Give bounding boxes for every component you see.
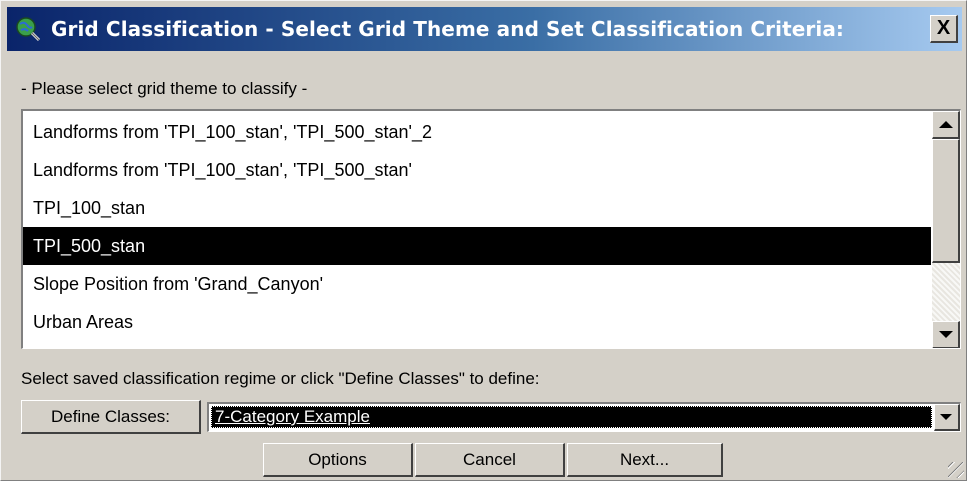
globe-magnifier-icon: [15, 16, 41, 42]
regime-instruction-label: Select saved classification regime or cl…: [21, 369, 540, 388]
title-bar[interactable]: Grid Classification - Select Grid Theme …: [7, 7, 962, 51]
cancel-button[interactable]: Cancel: [415, 443, 565, 477]
options-button[interactable]: Options: [263, 443, 413, 477]
list-item[interactable]: TPI_100_stan: [23, 189, 931, 227]
list-item[interactable]: Urban Areas: [23, 303, 931, 341]
close-icon: X: [936, 17, 951, 39]
list-item[interactable]: Landforms from 'TPI_100_stan', 'TPI_500_…: [23, 151, 931, 189]
theme-prompt-label: - Please select grid theme to classify -: [21, 79, 308, 98]
scroll-thumb[interactable]: [932, 139, 960, 263]
theme-list: Landforms from 'TPI_100_stan', 'TPI_500_…: [23, 113, 931, 341]
chevron-down-icon: [940, 414, 952, 420]
grid-theme-listbox[interactable]: Landforms from 'TPI_100_stan', 'TPI_500_…: [21, 109, 961, 349]
vertical-scrollbar[interactable]: [932, 111, 960, 348]
list-item[interactable]: Slope Position from 'Grand_Canyon': [23, 265, 931, 303]
regime-select-value: 7-Category Example: [211, 406, 932, 428]
next-button[interactable]: Next...: [567, 443, 723, 477]
list-item[interactable]: TPI_500_stan: [23, 227, 931, 265]
define-classes-button[interactable]: Define Classes:: [21, 400, 201, 434]
list-item[interactable]: Landforms from 'TPI_100_stan', 'TPI_500_…: [23, 113, 931, 151]
dropdown-button[interactable]: [934, 404, 960, 431]
dialog-window: Grid Classification - Select Grid Theme …: [0, 0, 967, 481]
scroll-up-button[interactable]: [932, 111, 960, 139]
close-button[interactable]: X: [930, 15, 958, 43]
window-title: Grid Classification - Select Grid Theme …: [51, 17, 845, 41]
arrow-up-icon: [939, 121, 953, 128]
scroll-down-button[interactable]: [932, 321, 960, 348]
classification-regime-select[interactable]: 7-Category Example: [207, 402, 961, 432]
resize-grip-icon[interactable]: [948, 462, 964, 478]
arrow-down-icon: [939, 331, 953, 338]
